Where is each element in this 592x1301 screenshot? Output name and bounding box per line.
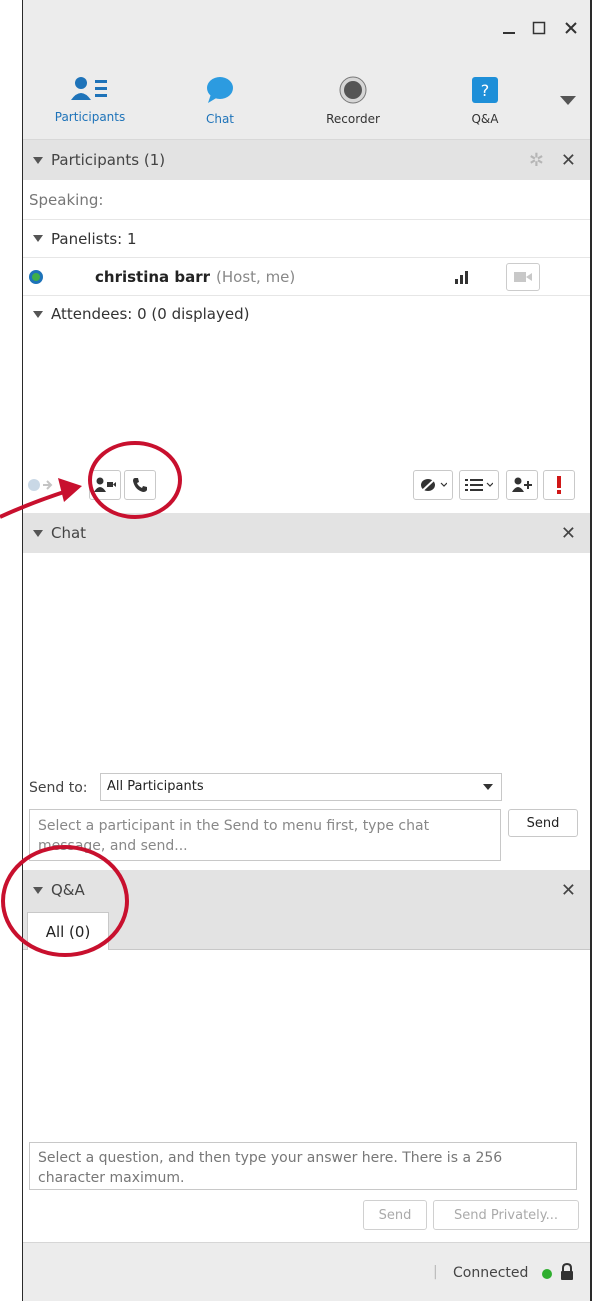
close-window-button[interactable] xyxy=(557,14,585,42)
speaking-label: Speaking: xyxy=(29,190,104,209)
phone-icon xyxy=(133,478,147,492)
minimize-button[interactable] xyxy=(495,14,523,42)
collapse-triangle-icon[interactable] xyxy=(33,156,43,164)
toolbar-participants-label: Participants xyxy=(54,110,126,124)
add-user-icon xyxy=(512,477,532,492)
video-participant-button[interactable] xyxy=(89,470,121,500)
participants-panel-header[interactable]: Participants (1) ✲ ✕ xyxy=(23,140,590,180)
chevron-down-icon[interactable] xyxy=(560,96,576,105)
chat-message-input[interactable]: Select a participant in the Send to menu… xyxy=(29,809,501,861)
lock-icon xyxy=(561,1263,573,1280)
chat-panel-header[interactable]: Chat ✕ xyxy=(23,513,590,553)
presenter-ball-icon xyxy=(29,269,43,284)
question-icon: ? xyxy=(472,77,498,103)
participant-role: (Host, me) xyxy=(216,267,296,286)
participant-name: christina barr xyxy=(95,267,211,286)
mute-options-button[interactable] xyxy=(413,470,453,500)
toolbar-recorder-label: Recorder xyxy=(326,112,380,126)
close-participants-panel[interactable]: ✕ xyxy=(561,150,576,171)
qa-send-privately-button[interactable]: Send Privately... xyxy=(433,1200,579,1230)
status-separator: | xyxy=(433,1264,438,1280)
webex-panel-window: Participants Chat Recorder ? Q&A Partici… xyxy=(22,0,592,1301)
participant-row[interactable]: christina barr (Host, me) xyxy=(23,258,590,296)
panel-toolbar: Participants Chat Recorder ? Q&A xyxy=(23,60,590,140)
record-icon xyxy=(339,76,367,104)
participants-icon xyxy=(71,77,107,100)
maximize-icon xyxy=(532,21,546,35)
attendees-group[interactable]: Attendees: 0 (0 displayed) xyxy=(23,296,590,332)
qa-panel-header[interactable]: Q&A ✕ xyxy=(23,870,590,910)
chevron-down-icon xyxy=(483,784,493,790)
mute-dropdown-icon xyxy=(420,477,447,493)
audio-level-icon xyxy=(455,270,471,284)
chat-input-placeholder: Select a participant in the Send to menu… xyxy=(38,818,430,854)
toolbar-chat-label: Chat xyxy=(205,112,235,126)
qa-answer-input[interactable]: Select a question, and then type your an… xyxy=(29,1142,577,1190)
qa-panel-title: Q&A xyxy=(51,881,85,899)
toolbar-recorder[interactable]: Recorder xyxy=(308,76,398,126)
qa-input-placeholder: Select a question, and then type your an… xyxy=(38,1150,503,1186)
video-camera-icon xyxy=(514,272,532,282)
close-icon xyxy=(565,22,577,34)
svg-text:?: ? xyxy=(481,81,490,100)
minimize-icon xyxy=(503,32,515,34)
title-bar xyxy=(23,0,590,60)
panelists-group[interactable]: Panelists: 1 xyxy=(23,220,590,258)
chat-panel-title: Chat xyxy=(51,524,87,542)
connected-dot-icon xyxy=(542,1269,552,1279)
connection-status: Connected xyxy=(453,1265,529,1281)
qa-send-button[interactable]: Send xyxy=(363,1200,427,1230)
video-camera-button[interactable] xyxy=(506,263,540,291)
list-icon xyxy=(465,479,493,491)
phone-button[interactable] xyxy=(124,470,156,500)
collapse-triangle-icon[interactable] xyxy=(33,886,43,894)
expel-button[interactable] xyxy=(543,470,575,500)
person-video-icon xyxy=(94,477,116,492)
pass-ball-icon xyxy=(28,479,53,491)
maximize-button[interactable] xyxy=(525,14,553,42)
toolbar-qa[interactable]: ? Q&A xyxy=(440,76,530,126)
send-to-value: All Participants xyxy=(107,779,204,794)
list-options-button[interactable] xyxy=(459,470,499,500)
collapse-triangle-icon[interactable] xyxy=(33,529,43,537)
send-to-dropdown[interactable]: All Participants xyxy=(100,773,502,801)
participants-panel-title: Participants (1) xyxy=(51,151,166,169)
toolbar-chat[interactable]: Chat xyxy=(175,76,265,126)
pass-ball-button[interactable] xyxy=(25,470,57,500)
close-chat-panel[interactable]: ✕ xyxy=(561,523,576,544)
invite-participant-button[interactable] xyxy=(506,470,538,500)
collapse-triangle-icon[interactable] xyxy=(33,310,43,318)
chat-bubble-icon xyxy=(207,77,233,103)
attendees-label: Attendees: 0 (0 displayed) xyxy=(51,305,250,323)
qa-tab-bar: All (0) xyxy=(23,910,590,950)
exclamation-icon xyxy=(557,476,561,494)
toolbar-qa-label: Q&A xyxy=(471,112,499,126)
panelists-label: Panelists: 1 xyxy=(51,229,137,248)
status-bar: | Connected xyxy=(23,1242,590,1301)
chat-send-button[interactable]: Send xyxy=(508,809,578,837)
toolbar-participants[interactable]: Participants xyxy=(45,76,135,124)
close-qa-panel[interactable]: ✕ xyxy=(561,880,576,901)
send-to-label: Send to: xyxy=(29,780,88,796)
tab-all[interactable]: All (0) xyxy=(27,912,109,950)
speaking-row: Speaking: xyxy=(23,180,590,220)
collapse-triangle-icon[interactable] xyxy=(33,235,43,242)
gear-icon[interactable]: ✲ xyxy=(529,150,544,171)
